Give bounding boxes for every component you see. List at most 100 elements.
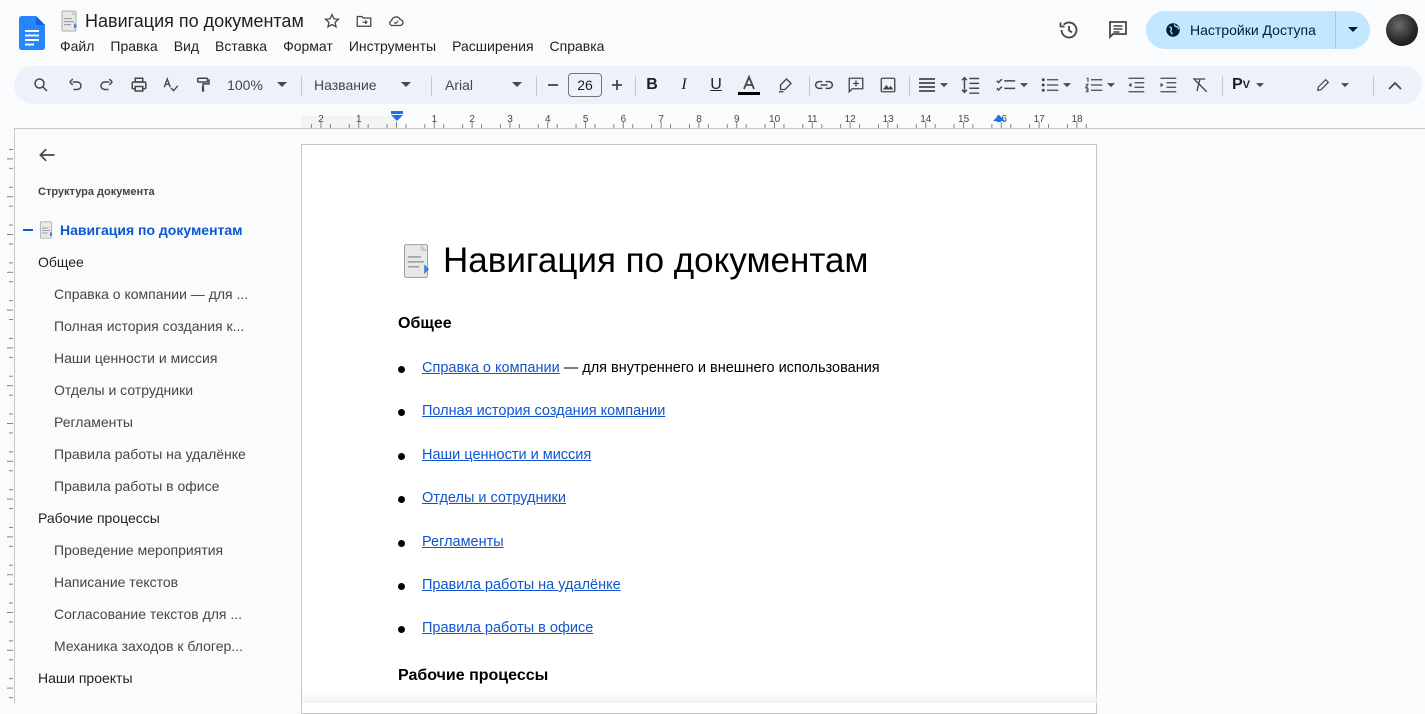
editing-mode-select[interactable]	[1312, 66, 1352, 104]
first-line-indent-marker[interactable]	[391, 111, 403, 114]
version-history-icon[interactable]	[1057, 18, 1081, 42]
add-comment-icon[interactable]	[843, 66, 869, 104]
ruler-label: 4	[545, 114, 551, 125]
doc-link[interactable]: Справка о компании	[422, 360, 560, 376]
outline-item-general[interactable]: Общее	[38, 254, 84, 270]
print-icon[interactable]	[126, 66, 152, 104]
hide-menus-icon[interactable]	[1382, 66, 1408, 104]
chevron-down-icon	[512, 82, 522, 87]
docs-logo-icon[interactable]	[19, 16, 45, 50]
page-emoji-icon	[404, 244, 430, 278]
outline-item[interactable]: Справка о компании — для ...	[54, 286, 248, 302]
toolbar-divider	[536, 76, 537, 96]
close-outline-arrow-icon[interactable]	[37, 145, 57, 165]
outline-item[interactable]: Наши ценности и миссия	[54, 350, 217, 366]
doc-link[interactable]: Полная история создания компании	[422, 403, 665, 419]
cloud-saved-icon[interactable]	[386, 11, 406, 31]
spelling-suggestions-icon[interactable]: PV	[1228, 66, 1268, 104]
outline-item[interactable]: Полная история создания к...	[54, 318, 244, 334]
outline-item[interactable]: Согласование текстов для ...	[54, 606, 242, 622]
outline-item-projects[interactable]: Наши проекты	[38, 670, 133, 686]
share-label: Настройки Доступа	[1190, 22, 1316, 38]
increase-indent-icon[interactable]	[1155, 66, 1181, 104]
increase-font-size-icon[interactable]	[608, 66, 626, 104]
decrease-font-size-icon[interactable]	[544, 66, 562, 104]
document-page[interactable]: Навигация по документам Общее Справка о …	[301, 144, 1097, 714]
numbered-list-select[interactable]	[1080, 66, 1120, 104]
menu-help[interactable]: Справка	[550, 38, 605, 54]
doc-link[interactable]: Отделы и сотрудники	[422, 490, 566, 506]
outline-item-workflows[interactable]: Рабочие процессы	[38, 510, 160, 526]
doc-link[interactable]: Регламенты	[422, 534, 504, 550]
outline-item[interactable]: Правила работы в офисе	[54, 478, 219, 494]
list-item: Отделы и сотрудники	[398, 490, 566, 506]
document-outline-panel: Структура документа Навигация по докумен…	[15, 129, 300, 703]
font-size-input[interactable]: 26	[568, 73, 602, 97]
search-menus-icon[interactable]	[28, 66, 54, 104]
vertical-ruler[interactable]	[0, 140, 14, 703]
doc-link[interactable]: Правила работы в офисе	[422, 620, 593, 636]
horizontal-ruler[interactable]: 21123456789101112131415161718	[0, 110, 1425, 130]
paragraph-style-select[interactable]: Название	[314, 66, 418, 104]
line-spacing-icon[interactable]	[958, 66, 984, 104]
star-icon[interactable]	[322, 11, 342, 31]
undo-icon[interactable]	[62, 66, 88, 104]
share-button[interactable]: Настройки Доступа	[1146, 11, 1336, 49]
outline-active-indicator	[23, 229, 33, 231]
share-dropdown-button[interactable]	[1336, 11, 1370, 49]
insert-image-icon[interactable]	[875, 66, 901, 104]
menu-edit[interactable]: Правка	[110, 38, 157, 54]
chevron-down-icon	[276, 82, 287, 87]
chevron-down-icon	[1341, 82, 1349, 87]
paint-format-icon[interactable]	[190, 66, 216, 104]
underline-icon[interactable]: U	[705, 66, 727, 104]
menu-insert[interactable]: Вставка	[215, 38, 267, 54]
bullet	[398, 626, 405, 633]
menu-view[interactable]: Вид	[174, 38, 199, 54]
clear-formatting-icon[interactable]	[1187, 66, 1213, 104]
align-select[interactable]	[914, 66, 952, 104]
ruler-label: 15	[958, 114, 970, 125]
bullet	[398, 496, 405, 503]
outline-item[interactable]: Проведение мероприятия	[54, 542, 223, 558]
decrease-indent-icon[interactable]	[1123, 66, 1149, 104]
outline-item[interactable]: Отделы и сотрудники	[54, 382, 193, 398]
font-select[interactable]: Arial	[445, 66, 525, 104]
highlight-color-icon[interactable]	[772, 66, 798, 104]
ruler-label: 5	[583, 114, 589, 125]
page-emoji-icon	[61, 10, 77, 32]
menu-extensions[interactable]: Расширения	[452, 38, 533, 54]
toolbar-divider	[635, 76, 636, 96]
redo-icon[interactable]	[94, 66, 120, 104]
checklist-select[interactable]	[992, 66, 1032, 104]
move-folder-icon[interactable]	[354, 11, 374, 31]
doc-link[interactable]: Правила работы на удалёнке	[422, 577, 621, 593]
outline-item[interactable]: Регламенты	[54, 414, 133, 430]
ruler-label: 1	[432, 114, 438, 125]
outline-item-title[interactable]: Навигация по документам	[37, 221, 243, 239]
menu-tools[interactable]: Инструменты	[349, 38, 436, 54]
bulleted-list-select[interactable]	[1036, 66, 1076, 104]
doc-link[interactable]: Наши ценности и миссия	[422, 447, 591, 463]
outline-item[interactable]: Правила работы на удалёнке	[54, 446, 246, 462]
bold-icon[interactable]: B	[641, 66, 663, 104]
text-color-icon[interactable]	[736, 66, 762, 104]
document-title[interactable]: Навигация по документам	[85, 11, 304, 32]
font-value: Arial	[445, 77, 474, 93]
zoom-select[interactable]: 100%	[226, 66, 288, 104]
page-emoji-icon	[39, 221, 53, 239]
italic-icon[interactable]: I	[673, 66, 695, 104]
list-item: Полная история создания компании	[398, 403, 665, 419]
outline-item[interactable]: Написание текстов	[54, 574, 178, 590]
globe-icon	[1166, 23, 1180, 37]
outline-item-label: Навигация по документам	[60, 222, 243, 238]
ruler-label: 3	[507, 114, 513, 125]
spellcheck-icon[interactable]	[158, 66, 184, 104]
menu-file[interactable]: Файл	[60, 38, 94, 54]
bullet	[398, 409, 405, 416]
insert-link-icon[interactable]	[811, 66, 837, 104]
comments-icon[interactable]	[1106, 18, 1130, 42]
avatar[interactable]	[1386, 14, 1418, 46]
outline-item[interactable]: Механика заходов к блогер...	[54, 638, 243, 654]
menu-format[interactable]: Формат	[283, 38, 333, 54]
